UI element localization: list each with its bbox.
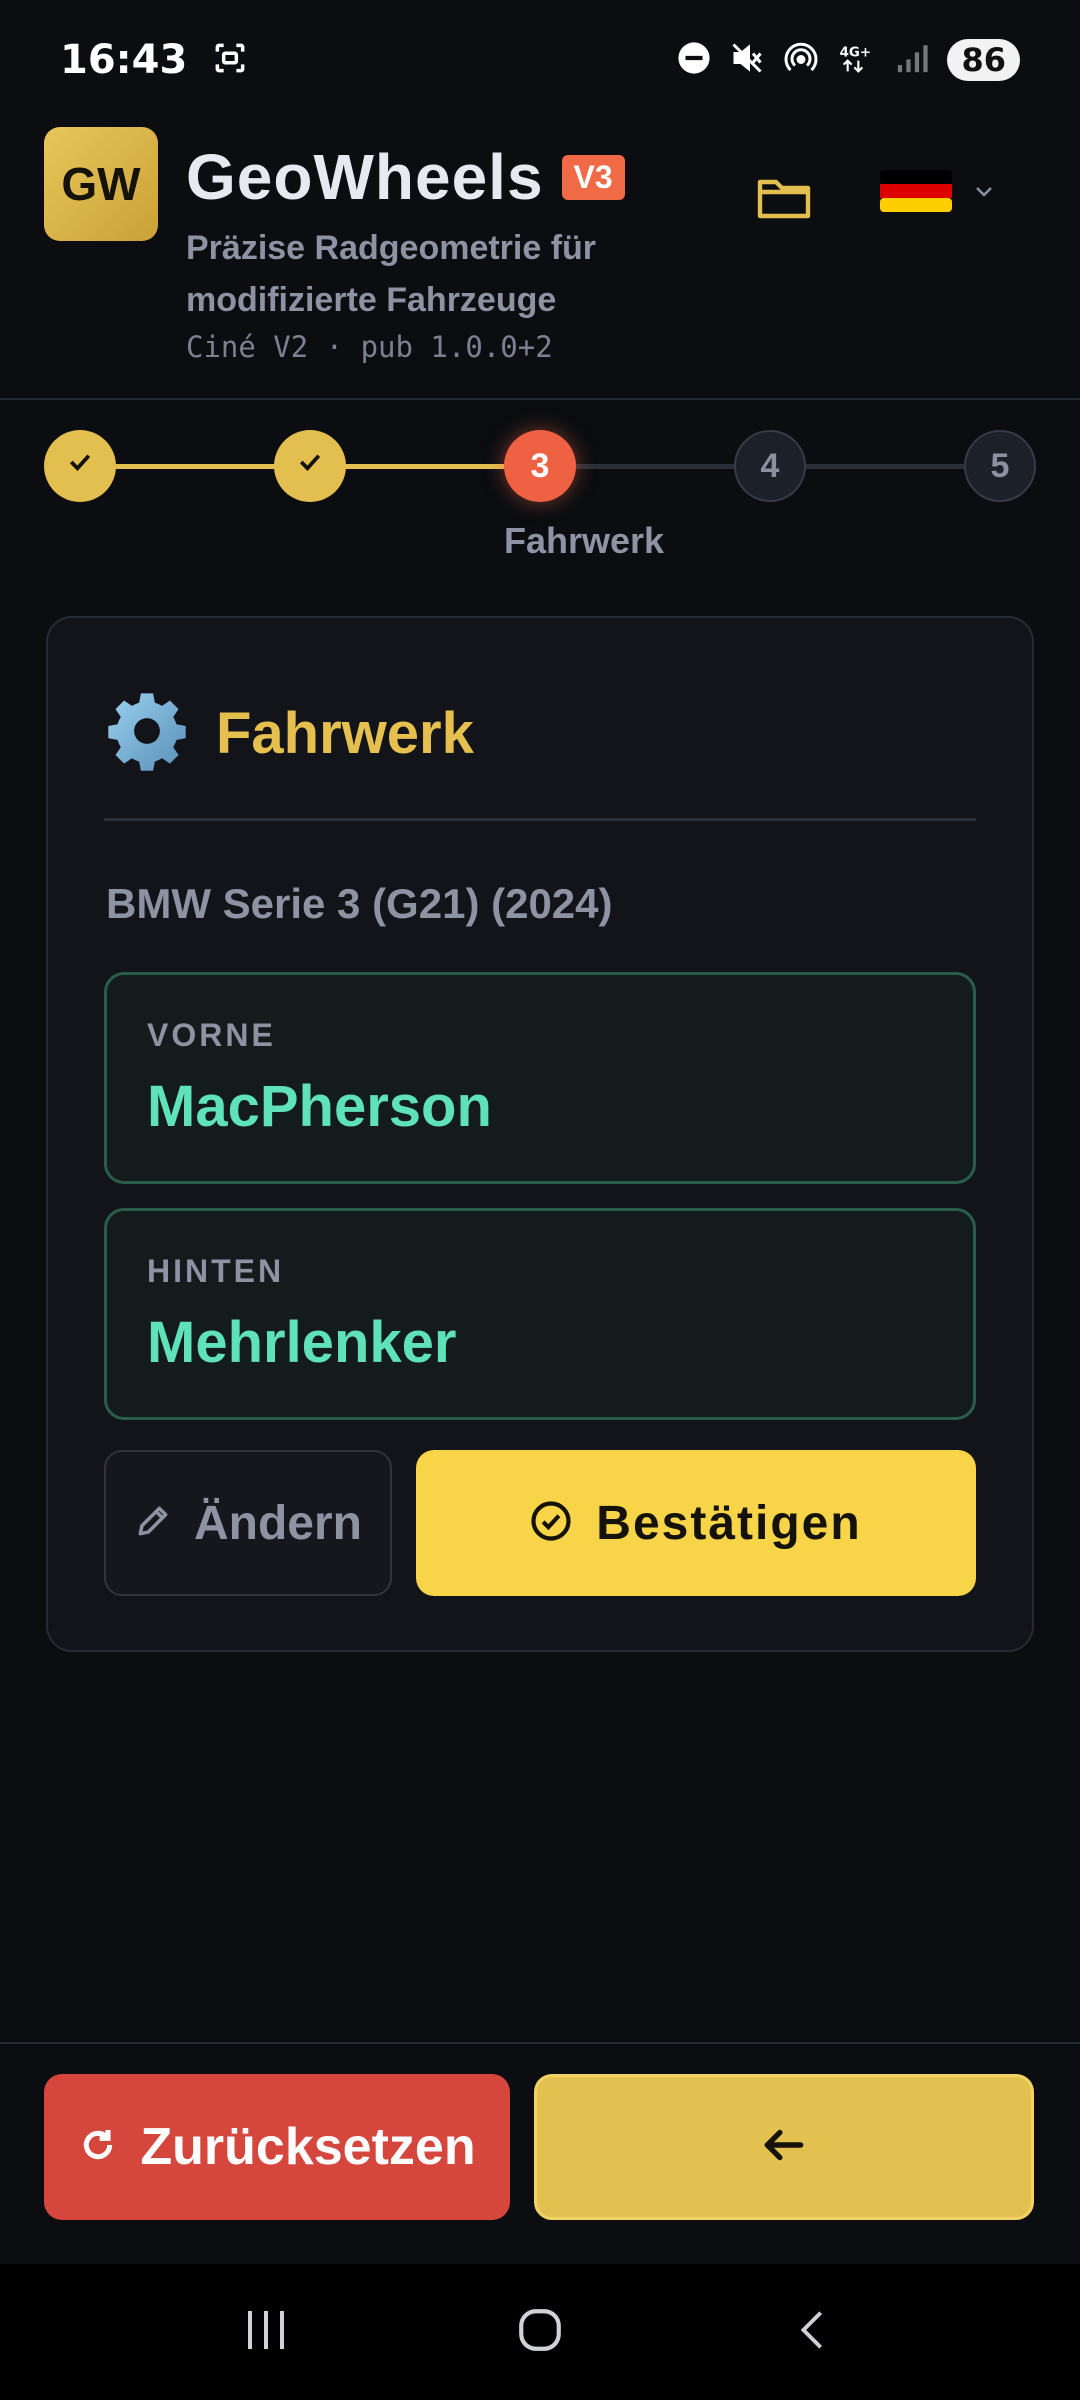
app-title: GeoWheels [186, 141, 544, 213]
signal-icon [895, 41, 929, 80]
hotspot-icon [783, 40, 819, 81]
status-time: 16:43 [60, 37, 188, 83]
edit-button-label: Ändern [194, 1496, 362, 1550]
chevron-down-icon [972, 179, 996, 208]
svg-text:4G+: 4G+ [840, 45, 871, 60]
version-badge: V3 [561, 154, 625, 200]
arrow-left-icon [759, 2120, 809, 2175]
open-folder-button[interactable] [756, 170, 812, 230]
back-button[interactable] [534, 2074, 1034, 2220]
status-bar: 16:43 4G+ 86 [0, 0, 1080, 120]
step-3[interactable]: 3 [504, 430, 576, 502]
progress-stepper: 3 4 5 Fahrwerk [44, 430, 1036, 570]
app-subtitle: Präzise Radgeometrie für modifizierte Fa… [186, 229, 597, 319]
gear-icon [104, 688, 190, 779]
build-info: Ciné V2 · pub 1.0.0+2 [186, 330, 553, 364]
step-4: 4 [734, 430, 806, 502]
recent-apps-button[interactable] [207, 2282, 327, 2382]
network-4g-icon: 4G+ [837, 40, 877, 81]
rear-axle-value: Mehrlenker [147, 1310, 457, 1375]
check-circle-icon [530, 1500, 572, 1547]
reset-button-label: Zurücksetzen [140, 2118, 476, 2176]
reset-button[interactable]: Zurücksetzen [44, 2074, 510, 2220]
folder-icon [756, 174, 812, 227]
suspension-card: Fahrwerk BMW Serie 3 (G21) (2024) VORNE … [46, 616, 1034, 1652]
language-selector[interactable] [880, 170, 996, 217]
home-button[interactable] [480, 2282, 600, 2382]
refresh-icon [78, 2125, 118, 2170]
system-nav-bar [0, 2264, 1080, 2400]
chevron-left-icon [790, 2305, 836, 2360]
home-icon [515, 2305, 565, 2360]
step-2[interactable] [274, 430, 346, 502]
mute-icon [729, 40, 765, 81]
vehicle-name: BMW Serie 3 (G21) (2024) [106, 880, 613, 927]
edit-button[interactable]: Ändern [104, 1450, 392, 1596]
step-5: 5 [964, 430, 1036, 502]
front-axle-label: VORNE [147, 1017, 276, 1053]
screenshot-icon [211, 39, 249, 82]
front-axle-box: VORNE MacPherson [104, 972, 976, 1184]
app-header: GW GeoWheels V3 Präzise Radgeometrie für… [0, 120, 1080, 400]
battery-indicator: 86 [947, 39, 1020, 81]
check-icon [65, 447, 95, 486]
rear-axle-label: HINTEN [147, 1253, 285, 1289]
flag-de-icon [880, 170, 952, 217]
dnd-icon [677, 41, 711, 80]
app-logo: GW [44, 127, 158, 241]
rear-axle-box: HINTEN Mehrlenker [104, 1208, 976, 1420]
front-axle-value: MacPherson [147, 1074, 492, 1139]
confirm-button[interactable]: Bestätigen [416, 1450, 976, 1596]
bottom-action-bar: Zurücksetzen [0, 2042, 1080, 2264]
current-step-label: Fahrwerk [503, 520, 665, 561]
confirm-button-label: Bestätigen [596, 1496, 862, 1550]
card-divider [104, 818, 976, 821]
step-1[interactable] [44, 430, 116, 502]
system-back-button[interactable] [753, 2282, 873, 2382]
check-icon [295, 447, 325, 486]
card-title: Fahrwerk [216, 701, 474, 766]
pencil-icon [134, 1502, 172, 1545]
recent-apps-icon [242, 2307, 292, 2358]
